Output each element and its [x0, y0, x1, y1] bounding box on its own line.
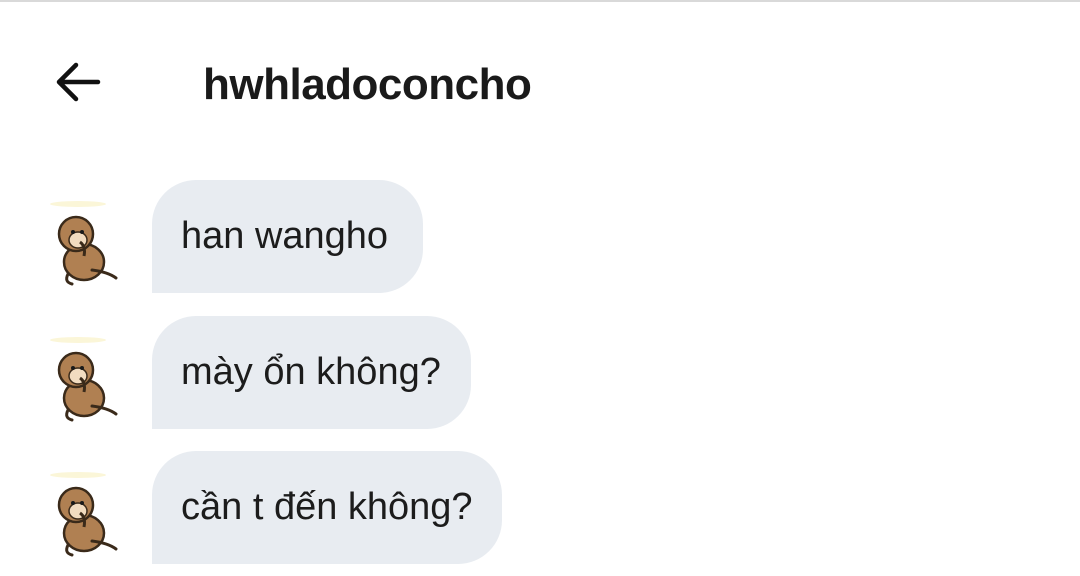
message-text: han wangho [181, 215, 389, 257]
monkey-sticker-icon [50, 201, 118, 286]
message-bubble[interactable]: han wangho [152, 180, 423, 293]
arrow-left-icon [56, 62, 101, 102]
chat-header: hwhladoconcho [0, 0, 1080, 160]
message-row: mày ổn không? [0, 316, 1080, 429]
message-bubble[interactable]: cần t đến không? [152, 451, 502, 564]
conversation-title: hwhladoconcho [203, 60, 532, 109]
monkey-sticker-icon [50, 337, 118, 422]
message-row: han wangho [0, 180, 1080, 293]
message-text: mày ổn không? [181, 351, 441, 393]
back-button[interactable] [52, 58, 104, 106]
message-text: cần t đến không? [181, 486, 473, 528]
monkey-sticker-icon [50, 472, 118, 557]
message-row: cần t đến không? [0, 451, 1080, 564]
message-bubble[interactable]: mày ổn không? [152, 316, 471, 429]
